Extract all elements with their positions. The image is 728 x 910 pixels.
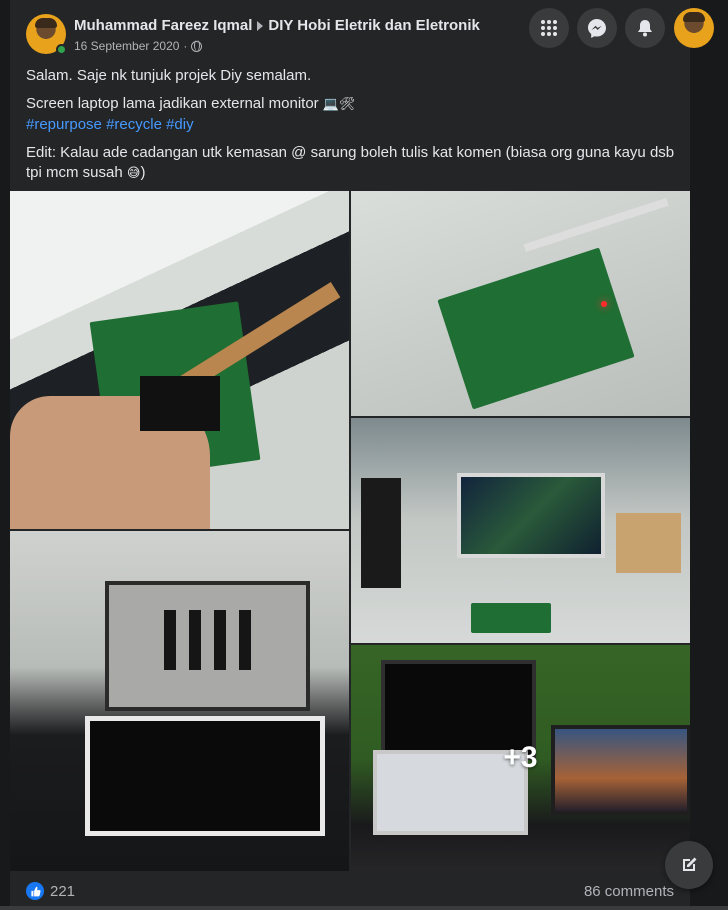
hashtag-recycle[interactable]: #recycle [106,116,162,133]
post-card: Muhammad Fareez Iqmal DIY Hobi Eletrik da… [10,0,690,910]
online-status-icon [56,44,67,55]
menu-grid-icon[interactable] [529,8,569,48]
globe-icon[interactable] [191,40,203,52]
hashtags-row: #repurpose #recycle #diy [26,115,676,135]
photo-hand-holding-cable[interactable] [10,191,349,529]
photo-box-shape [616,513,681,573]
messenger-icon[interactable] [577,8,617,48]
photo-tape-shape [239,610,251,670]
photo-stand-shape [361,478,401,588]
like-count[interactable]: 221 [50,883,75,900]
post-text-line-2-row: Screen laptop lama jadikan external moni… [26,94,676,115]
edit-icon [683,857,697,871]
photo-lid-shape [105,581,310,711]
meta-separator: · [183,39,188,53]
post-text-line-2: Screen laptop lama jadikan external moni… [26,95,319,112]
hashtag-diy[interactable]: #diy [166,116,194,133]
photo-final-setup[interactable]: +3 [351,645,690,871]
photo-cable-shape [523,198,669,252]
post-text-line-1: Salam. Saje nk tunjuk projek Diy semalam… [26,67,312,84]
photo-tape-shape [164,610,176,670]
user-avatar[interactable] [674,8,714,48]
photo-gallery: +3 [10,191,690,871]
bottom-divider [0,906,728,910]
photo-monitor-test[interactable] [351,418,690,643]
post-meta: 16 September 2020 · [74,39,203,53]
post-body: Salam. Saje nk tunjuk projek Diy semalam… [26,66,676,192]
post-footer: 221 86 comments [10,871,690,910]
author-line: Muhammad Fareez Iqmal DIY Hobi Eletrik da… [74,17,480,34]
photo-board-shape [437,247,635,410]
group-name[interactable]: DIY Hobi Eletrik dan Eletronik [268,17,479,34]
photo-screen-content [461,477,601,554]
hashtag-repurpose[interactable]: #repurpose [26,116,102,133]
triangle-right-icon [257,20,264,31]
photo-laptop-shell[interactable] [10,531,349,871]
photo-tape-shape [214,610,226,670]
photo-controller-board[interactable] [351,191,690,416]
author-name[interactable]: Muhammad Fareez Iqmal [74,17,252,34]
sweat-smile-emoji: 😅 [126,166,141,181]
post-text-line-3: Edit: Kalau ade cadangan utk kemasan @ s… [26,144,675,181]
like-icon[interactable] [26,882,44,900]
photo-tape-shape [189,610,201,670]
more-photos-count: +3 [503,741,538,774]
photo-screen-shape [457,473,605,558]
photo-board-shape [471,603,551,633]
more-photos-overlay[interactable]: +3 [351,645,690,871]
laptop-tools-emoji: 💻🛠 [322,97,356,112]
photo-led-shape [601,301,607,307]
post-text-line-3-end: ) [140,164,146,181]
photo-panel-shape [85,716,325,836]
compose-button[interactable] [665,841,713,889]
post-text-line-3-row: Edit: Kalau ade cadangan utk kemasan @ s… [26,143,676,184]
notifications-icon[interactable] [625,8,665,48]
photo-connector-shape [140,376,220,431]
post-date[interactable]: 16 September 2020 [74,39,179,53]
comment-count[interactable]: 86 comments [584,883,674,900]
